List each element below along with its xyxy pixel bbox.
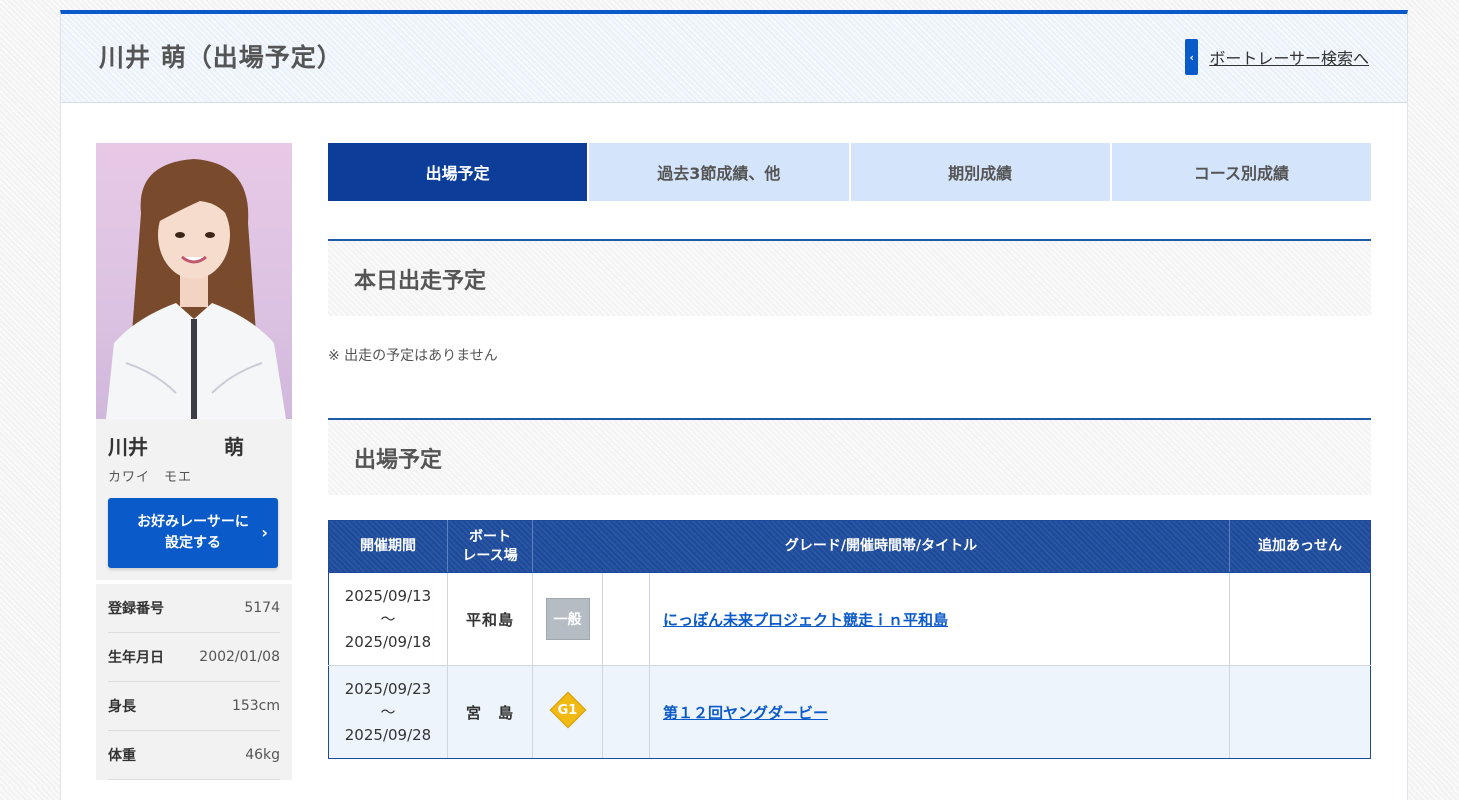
fav-button-line2: 設定する bbox=[164, 535, 221, 551]
date-tilde: ～ bbox=[380, 702, 396, 721]
grade-cell: G1 bbox=[532, 665, 603, 759]
racer-profile: 川井 萌 カワイ モエ お好みレーサーに 設定する › 登録番号 5174 生年… bbox=[96, 143, 292, 780]
racer-given-name: 萌 bbox=[224, 435, 244, 459]
date-tilde: ～ bbox=[380, 609, 396, 628]
grade-cell: 一般 bbox=[532, 572, 603, 666]
chevron-left-icon: ‹ bbox=[1185, 39, 1199, 75]
tab-past-results[interactable]: 過去3節成績、他 bbox=[589, 143, 849, 201]
table-row: 2025/09/13 ～ 2025/09/18 平和島 一般 にっぽん未来プロジ… bbox=[328, 572, 1372, 666]
page-header: 川井 萌（出場予定） ‹ ボートレーサー検索へ bbox=[61, 14, 1407, 103]
info-value: 46kg bbox=[245, 747, 280, 763]
grade-g1-label: G1 bbox=[557, 702, 578, 718]
venue-cell: 平和島 bbox=[447, 572, 533, 666]
header-grade-title: グレード/開催時間帯/タイトル bbox=[531, 520, 1231, 573]
info-label: 登録番号 bbox=[108, 601, 164, 617]
info-value: 5174 bbox=[244, 600, 280, 616]
info-value: 153cm bbox=[231, 698, 280, 714]
set-favorite-racer-button[interactable]: お好みレーサーに 設定する › bbox=[108, 498, 278, 568]
info-row-weight: 体重 46kg bbox=[108, 731, 280, 780]
info-row-height: 身長 153cm bbox=[108, 682, 280, 731]
venue-cell: 宮 島 bbox=[447, 665, 533, 759]
date-from: 2025/09/23 bbox=[344, 679, 432, 698]
header-extra: 追加あっせん bbox=[1229, 520, 1372, 573]
header-period: 開催期間 bbox=[328, 520, 448, 573]
extra-cell bbox=[1229, 665, 1372, 759]
date-from: 2025/09/13 bbox=[344, 586, 432, 605]
info-label: 身長 bbox=[108, 699, 136, 715]
date-to: 2025/09/28 bbox=[344, 725, 432, 744]
race-title-link[interactable]: 第１２回ヤングダービー bbox=[663, 704, 828, 722]
header-venue-line2: レース場 bbox=[462, 547, 518, 564]
table-row: 2025/09/23 ～ 2025/09/28 宮 島 G1 第１２回ヤングダー… bbox=[328, 665, 1372, 759]
period-cell: 2025/09/13 ～ 2025/09/18 bbox=[328, 572, 448, 666]
tab-period-results[interactable]: 期別成績 bbox=[850, 143, 1110, 201]
main-content: 出場予定 過去3節成績、他 期別成績 コース別成績 本日出走予定 ※ 出走の予定… bbox=[328, 143, 1372, 759]
race-title-cell: にっぽん未来プロジェクト競走ｉｎ平和島 bbox=[648, 572, 1231, 666]
racer-kana: カワイ モエ bbox=[108, 470, 193, 485]
racer-search-link-label[interactable]: ボートレーサー検索へ bbox=[1209, 45, 1369, 69]
info-label: 生年月日 bbox=[108, 650, 164, 666]
racer-family-name: 川井 bbox=[108, 435, 148, 459]
racer-name-box: 川井 萌 カワイ モエ お好みレーサーに 設定する › bbox=[96, 419, 292, 580]
race-title-cell: 第１２回ヤングダービー bbox=[648, 665, 1231, 759]
period-cell: 2025/09/23 ～ 2025/09/28 bbox=[328, 665, 448, 759]
info-label: 体重 bbox=[108, 748, 136, 764]
racer-name: 川井 萌 bbox=[108, 431, 280, 460]
header-venue: ボート レース場 bbox=[447, 520, 533, 573]
date-to: 2025/09/18 bbox=[344, 632, 432, 651]
racer-search-link[interactable]: ‹ ボートレーサー検索へ bbox=[1185, 39, 1369, 75]
racer-info-list: 登録番号 5174 生年月日 2002/01/08 身長 153cm 体重 46… bbox=[96, 584, 292, 780]
chevron-right-icon: › bbox=[261, 523, 268, 542]
schedule-table: 開催期間 ボート レース場 グレード/開催時間帯/タイトル 追加あっせん 202… bbox=[328, 520, 1372, 759]
schedule-section-title: 出場予定 bbox=[328, 418, 1371, 495]
grade-g1-badge: G1 bbox=[549, 691, 586, 729]
info-row-birthdate: 生年月日 2002/01/08 bbox=[108, 633, 280, 682]
fav-button-line1: お好みレーサーに bbox=[137, 514, 249, 530]
schedule-header-row: 開催期間 ボート レース場 グレード/開催時間帯/タイトル 追加あっせん bbox=[328, 520, 1372, 573]
race-title-link[interactable]: にっぽん未来プロジェクト競走ｉｎ平和島 bbox=[663, 611, 948, 629]
racer-photo bbox=[96, 143, 292, 419]
header-venue-line1: ボート bbox=[469, 528, 511, 545]
today-section-title: 本日出走予定 bbox=[328, 239, 1371, 316]
content-frame: 川井 萌（出場予定） ‹ ボートレーサー検索へ 川井 萌 カワイ モエ お好みレ… bbox=[60, 10, 1408, 800]
info-value: 2002/01/08 bbox=[199, 649, 280, 665]
today-no-race-note: ※ 出走の予定はありません bbox=[328, 348, 498, 364]
grade-ippan-badge: 一般 bbox=[545, 598, 590, 640]
time-slot-cell bbox=[602, 572, 650, 666]
info-row-registration: 登録番号 5174 bbox=[108, 584, 280, 633]
extra-cell bbox=[1229, 572, 1372, 666]
page-title: 川井 萌（出場予定） bbox=[99, 43, 343, 72]
time-slot-cell bbox=[602, 665, 650, 759]
racer-tabs: 出場予定 過去3節成績、他 期別成績 コース別成績 bbox=[328, 143, 1371, 201]
tab-course-results[interactable]: コース別成績 bbox=[1111, 143, 1371, 201]
tab-schedule[interactable]: 出場予定 bbox=[328, 143, 588, 201]
